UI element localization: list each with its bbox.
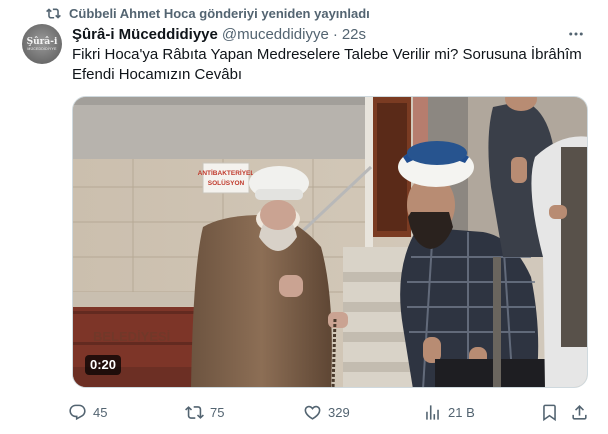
repost-text: Cübbeli Ahmet Hoca gönderiyi yeniden yay… [69,5,370,21]
ellipsis-icon [569,32,583,36]
reply-button[interactable]: 45 [68,400,107,424]
views-button[interactable]: 21 B [423,400,475,424]
repost-icon [185,405,204,419]
bookmark-button[interactable] [540,400,559,424]
tweet-text: Fikri Hoca'ya Râbıta Yapan Medreselere T… [72,46,582,83]
repost-count: 75 [210,404,225,420]
repost-indicator[interactable]: Cübbeli Ahmet Hoca gönderiyi yeniden yay… [46,4,370,22]
author-handle[interactable]: @muceddidiyye [222,26,329,43]
reply-count: 45 [93,404,108,420]
tweet-header: Şûrâ-i Müceddidiyye @muceddidiyye · 22s [72,24,366,44]
bench-text: BELEDİYESİ [93,329,170,344]
repost-button[interactable]: 75 [185,400,224,424]
heart-icon [304,405,321,420]
avatar-logo-line2: MÜCEDDİDİYYE [27,46,57,51]
share-icon [572,404,587,420]
like-button[interactable]: 329 [303,400,350,424]
share-button[interactable] [570,400,589,424]
separator-dot: · [332,25,338,43]
video-duration: 0:20 [85,355,122,375]
author-name[interactable]: Şûrâ-i Müceddidiyye [72,26,218,43]
tweet-actions: 45 75 329 21 B [68,400,592,424]
video-frame: ANTİBAKTERİYEL SOLÜSYON BELEDİYESİ [73,97,587,387]
video-player[interactable]: ANTİBAKTERİYEL SOLÜSYON BELEDİYESİ 0:20 [72,96,588,388]
views-count: 21 B [448,404,475,420]
avatar-logo-line1: Şûrâ-i [26,36,58,47]
avatar[interactable]: Şûrâ-i MÜCEDDİDİYYE [22,24,62,64]
reply-icon [69,404,86,420]
like-count: 329 [328,404,350,420]
repost-icon [46,7,61,19]
sign-line2: SOLÜSYON [208,178,245,187]
timestamp[interactable]: 22s [342,26,366,43]
more-options-button[interactable] [566,24,586,44]
bookmark-icon [543,404,556,421]
sign-line1: ANTİBAKTERİYEL [198,169,255,177]
views-chart-icon [426,404,439,420]
